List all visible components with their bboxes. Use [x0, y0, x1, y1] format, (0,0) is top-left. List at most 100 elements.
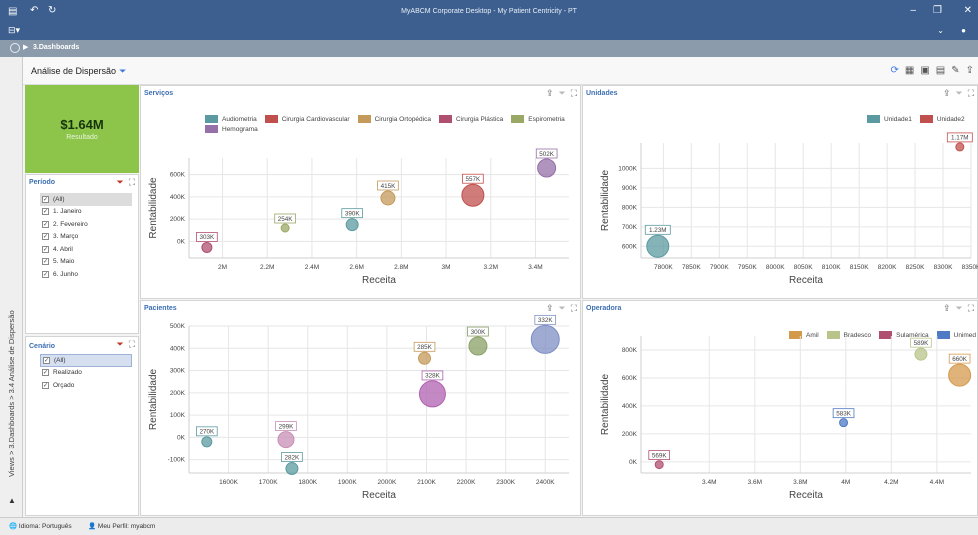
y-tick-label: 800K — [622, 204, 638, 211]
data-label: 660K — [952, 356, 968, 363]
unidades-chart: 7800K 7850K 7900K 7950K 8000K 8050K 8100K 8150K… — [600, 132, 978, 286]
checkbox-icon[interactable]: ✓ — [42, 233, 49, 241]
clear-filter-icon[interactable]: ⏷ — [116, 177, 123, 188]
y-tick-label: 200K — [622, 431, 638, 438]
x-tick-label: 8150K — [850, 264, 869, 271]
x-tick-label: 2.2M — [260, 264, 274, 271]
y-tick-label: 0K — [629, 459, 638, 466]
close-icon[interactable]: ✕ — [964, 5, 972, 17]
language-status[interactable]: 🌐 Idioma: Português — [9, 522, 72, 530]
data-label: 285K — [417, 344, 433, 351]
x-tick-label: 8350K — [962, 264, 978, 271]
data-label: 270K — [199, 429, 215, 436]
y-axis-title: Rentabilidade — [148, 368, 159, 430]
y-tick-label: 200K — [170, 216, 186, 223]
x-tick-label: 3M — [442, 264, 451, 271]
collapse-up-icon[interactable]: ▲ — [8, 496, 16, 505]
checkbox-icon[interactable]: ✓ — [42, 381, 49, 389]
data-label: 1.17M — [951, 135, 969, 142]
data-label: 299K — [279, 423, 295, 430]
y-axis-title: Rentabilidade — [600, 373, 611, 435]
home-icon[interactable] — [10, 43, 20, 53]
periodo-item-marco[interactable]: ✓ 3. Março — [40, 231, 132, 244]
maximize-icon[interactable]: ❐ — [933, 5, 942, 17]
expand-icon[interactable]: ⛶ — [129, 339, 135, 350]
page-header: Análise de Dispersão ⏷ ⟳ ▦ ▣ ▤ ✎ ⇪ — [23, 57, 978, 85]
y-tick-label: 400K — [170, 194, 186, 201]
checkbox-icon[interactable]: ✓ — [42, 369, 49, 377]
servicos-panel: Serviços ⇪ ⏷ ⛶ Audiometria Cirurgia Cardiov… — [140, 85, 581, 299]
x-axis-title: Receita — [362, 275, 396, 286]
cenario-item-realizado[interactable]: ✓ Realizado — [40, 367, 132, 380]
x-tick-label: 3.6M — [748, 479, 762, 486]
checkbox-icon[interactable]: ✓ — [42, 208, 49, 216]
data-label: 390K — [345, 210, 361, 217]
data-label: 1.23M — [649, 227, 667, 234]
checkbox-icon[interactable]: ✓ — [42, 270, 49, 278]
data-label: 254K — [278, 216, 294, 223]
pacientes-panel: Pacientes ⇪ ⏷ ⛶ 1600K 1700K 1800K 1900K 2000K 2… — [140, 300, 581, 516]
periodo-item-fevereiro[interactable]: ✓ 2. Fevereiro — [40, 218, 132, 231]
chevron-down-icon[interactable]: ⌄ — [937, 25, 944, 37]
checkbox-icon[interactable]: ✓ — [42, 245, 49, 253]
checkbox-icon[interactable]: ✓ — [43, 356, 50, 364]
cenario-item-orcado[interactable]: ✓ Orçado — [40, 379, 132, 392]
edit-icon[interactable]: ✎ — [951, 65, 959, 76]
breadcrumb[interactable]: 3.Dashboards — [33, 44, 79, 51]
checkbox-icon[interactable]: ✓ — [42, 258, 49, 266]
periodo-title: Período — [29, 179, 56, 186]
info-icon[interactable]: ● — [961, 25, 966, 37]
y-tick-label: 100K — [170, 412, 186, 419]
filter-icon[interactable]: ⏷ — [119, 66, 126, 76]
periodo-item-label: 2. Fevereiro — [53, 220, 88, 228]
grid-icon[interactable]: ▦ — [905, 65, 914, 76]
x-axis-title: Receita — [789, 490, 823, 501]
periodo-item-label: (All) — [53, 195, 65, 203]
export-icon[interactable]: ⇪ — [966, 65, 974, 76]
data-point — [280, 223, 290, 233]
title-bar: ▤ ↶ ↻ ⊟▾ MyABCM Corporate Desktop - My P… — [0, 0, 978, 40]
expand-icon[interactable]: ⛶ — [129, 177, 135, 188]
periodo-item-label: 4. Abril — [53, 245, 73, 253]
y-tick-label: 400K — [622, 403, 638, 410]
periodo-item-all[interactable]: ✓ (All) — [40, 193, 132, 206]
periodo-item-label: 1. Janeiro — [53, 208, 82, 216]
window-title: MyABCM Corporate Desktop - My Patient Ce… — [401, 8, 577, 15]
layout-icon[interactable]: ⊟▾ — [8, 24, 20, 36]
cenario-item-all[interactable]: ✓ (All) — [40, 354, 132, 367]
periodo-item-maio[interactable]: ✓ 5. Maio — [40, 256, 132, 269]
x-tick-label: 1600K — [219, 479, 238, 486]
data-point — [646, 234, 670, 258]
x-tick-label: 1800K — [298, 479, 317, 486]
data-point — [948, 363, 972, 387]
clear-filter-icon[interactable]: ⏷ — [116, 339, 123, 350]
dashboard-toolbar: ⟳ ▦ ▣ ▤ ✎ ⇪ — [890, 65, 974, 76]
data-point — [914, 347, 928, 361]
y-tick-label: 200K — [170, 390, 186, 397]
x-axis-title: Receita — [362, 490, 396, 501]
minimize-icon[interactable]: – — [910, 5, 916, 17]
profile-status[interactable]: 👤 Meu Perfil: myabcm — [88, 522, 155, 530]
cenario-title: Cenário — [29, 343, 56, 350]
side-tab[interactable]: Views > 3.Dashboards > 3.4 Análise de Di… — [0, 57, 23, 517]
operadora-chart: 3.4M 3.6M 3.8M 4M 4.2M 4.4M 0K 200K 400K 600K 800K… — [600, 336, 972, 501]
data-label: 557K — [466, 176, 482, 183]
save-as-icon[interactable]: ▤ — [936, 65, 945, 76]
periodo-item-janeiro[interactable]: ✓ 1. Janeiro — [40, 206, 132, 219]
refresh-icon[interactable]: ⟳ — [890, 65, 898, 76]
cenario-filter: Cenário ⏷ ⛶ ✓ (All) ✓ Realizado ✓ Orçado — [25, 336, 139, 516]
y-tick-label: 900K — [622, 185, 638, 192]
y-tick-label: 800K — [622, 347, 638, 354]
x-axis-title: Receita — [789, 275, 823, 286]
x-tick-label: 8300K — [934, 264, 953, 271]
save-icon[interactable]: ▣ — [920, 65, 929, 76]
periodo-item-abril[interactable]: ✓ 4. Abril — [40, 243, 132, 256]
x-tick-label: 8100K — [822, 264, 841, 271]
pacientes-chart: 1600K 1700K 1800K 1900K 2000K 2100K 2200K 2300K… — [148, 314, 569, 501]
periodo-filter: Período ⏷ ⛶ ✓ (All) ✓ 1. Janeiro ✓ 2. Fever… — [25, 174, 139, 334]
checkbox-icon[interactable]: ✓ — [42, 220, 49, 228]
periodo-item-junho[interactable]: ✓ 6. Junho — [40, 268, 132, 281]
data-point — [380, 190, 396, 206]
checkbox-icon[interactable]: ✓ — [42, 195, 49, 203]
x-tick-label: 7800K — [654, 264, 673, 271]
